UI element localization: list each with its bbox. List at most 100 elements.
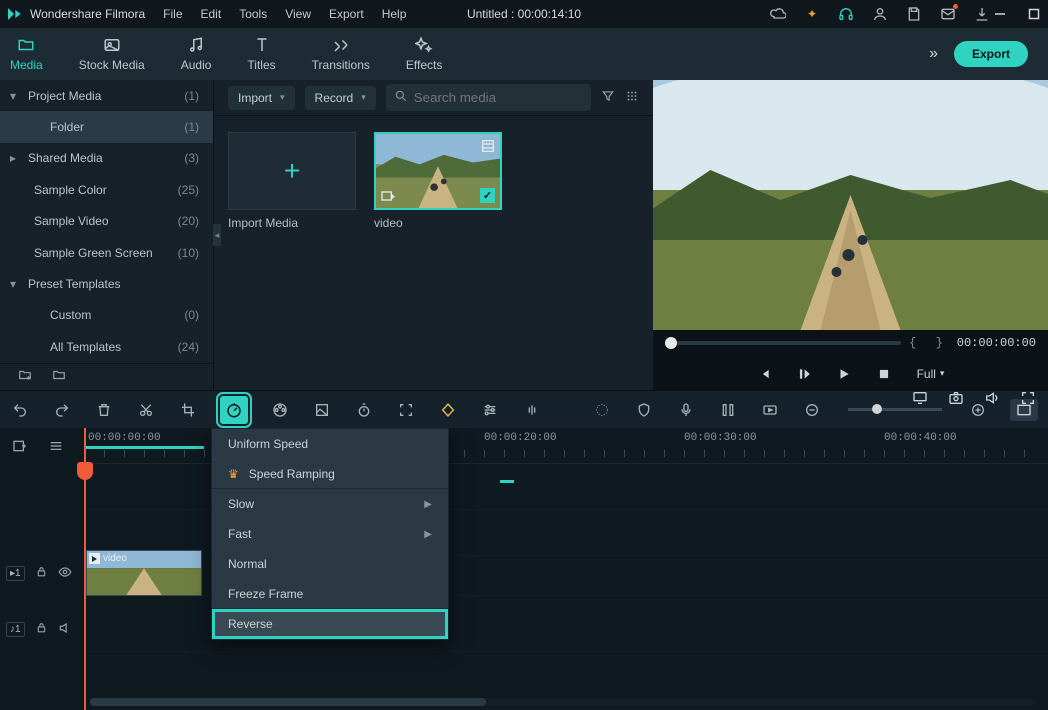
tab-stock-media[interactable]: Stock Media	[79, 36, 145, 72]
mic-icon[interactable]	[676, 400, 696, 420]
menu-edit[interactable]: Edit	[201, 7, 222, 21]
speed-menu-ramping[interactable]: ♛ Speed Ramping	[212, 459, 448, 489]
import-dropdown[interactable]: Import ▾	[228, 86, 295, 110]
menu-tools[interactable]: Tools	[239, 7, 267, 21]
sidebar-item-all-templates[interactable]: All Templates (24)	[0, 331, 213, 362]
search-input-wrap[interactable]	[386, 84, 591, 111]
tab-transitions[interactable]: Transitions	[312, 36, 370, 72]
sidebar-item-custom[interactable]: Custom (0)	[0, 300, 213, 331]
prev-frame-icon[interactable]	[757, 367, 771, 381]
save-icon[interactable]	[906, 6, 922, 22]
grid-view-icon[interactable]	[625, 89, 639, 106]
playhead-handle[interactable]	[77, 462, 93, 480]
sidebar-item-preset-templates[interactable]: ▾ Preset Templates	[0, 268, 213, 299]
sidebar-item-folder[interactable]: Folder (1)	[0, 111, 213, 142]
snapshot-icon[interactable]	[948, 390, 964, 406]
window-minimize[interactable]	[994, 8, 1006, 20]
menu-view[interactable]: View	[285, 7, 311, 21]
marker-target-icon[interactable]	[592, 400, 612, 420]
tab-titles[interactable]: Titles	[247, 36, 275, 72]
tab-media[interactable]: Media	[10, 36, 43, 72]
lock-icon[interactable]	[35, 565, 48, 581]
speaker-icon[interactable]	[58, 621, 72, 638]
window-maximize[interactable]	[1028, 8, 1040, 20]
fullscreen-icon[interactable]	[1020, 390, 1036, 406]
display-icon[interactable]	[912, 390, 928, 406]
media-item-video[interactable]: ✓ video	[374, 132, 502, 230]
marker-shield-icon[interactable]	[634, 400, 654, 420]
speed-menu-fast[interactable]: Fast ▶	[212, 519, 448, 549]
keyframe-icon[interactable]	[438, 400, 458, 420]
timer-icon[interactable]	[354, 400, 374, 420]
speed-icon[interactable]	[220, 396, 248, 424]
delete-icon[interactable]	[94, 400, 114, 420]
preview-seekbar[interactable]: { } 00:00:00:00	[653, 330, 1048, 356]
record-dropdown[interactable]: Record ▾	[305, 86, 376, 110]
collapse-handle[interactable]: ◂	[213, 224, 221, 246]
folder-icon[interactable]	[52, 368, 66, 385]
sidebar-item-shared-media[interactable]: ▸ Shared Media (3)	[0, 143, 213, 174]
user-icon[interactable]	[872, 6, 888, 22]
sparkle-icon[interactable]: ✦	[804, 6, 820, 22]
track-header-video[interactable]: ▸1	[0, 550, 84, 596]
zoom-knob[interactable]	[872, 404, 882, 414]
quality-dropdown[interactable]: Full▾	[917, 367, 945, 381]
preview-viewport[interactable]	[653, 80, 1048, 330]
menu-export[interactable]: Export	[329, 7, 364, 21]
redo-icon[interactable]	[52, 400, 72, 420]
track-options-icon[interactable]	[48, 438, 64, 457]
headphones-icon[interactable]	[838, 6, 854, 22]
message-icon[interactable]	[940, 6, 956, 22]
speed-menu-freeze[interactable]: Freeze Frame	[212, 579, 448, 609]
mark-in-out[interactable]: { }	[909, 336, 949, 350]
autoframe-icon[interactable]	[396, 400, 416, 420]
speed-menu-reverse[interactable]: Reverse	[212, 609, 448, 639]
import-media-tile[interactable]: +	[228, 132, 356, 210]
play-pause-icon[interactable]	[797, 367, 811, 381]
undo-icon[interactable]	[10, 400, 30, 420]
sidebar-item-sample-video[interactable]: Sample Video (20)	[0, 206, 213, 237]
menu-file[interactable]: File	[163, 7, 182, 21]
track-manager-icon[interactable]	[12, 438, 28, 457]
playhead[interactable]	[84, 428, 86, 710]
scrollbar-thumb[interactable]	[90, 698, 486, 706]
menu-help[interactable]: Help	[382, 7, 407, 21]
sidebar-item-project-media[interactable]: ▾ Project Media (1)	[0, 80, 213, 111]
eye-icon[interactable]	[58, 565, 72, 582]
zoom-slider[interactable]	[848, 408, 942, 411]
timeline-clip-video[interactable]: video	[86, 550, 202, 596]
cut-icon[interactable]	[136, 400, 156, 420]
seek-track[interactable]	[665, 341, 901, 345]
zoom-out-icon[interactable]	[802, 400, 822, 420]
add-folder-icon[interactable]	[18, 368, 32, 385]
add-to-timeline-icon[interactable]	[380, 188, 396, 204]
greenscreen-icon[interactable]	[312, 400, 332, 420]
sidebar-item-sample-color[interactable]: Sample Color (25)	[0, 174, 213, 205]
speed-menu-normal[interactable]: Normal	[212, 549, 448, 579]
render-icon[interactable]	[760, 400, 780, 420]
lock-icon[interactable]	[35, 621, 48, 637]
cloud-icon[interactable]	[770, 6, 786, 22]
download-icon[interactable]	[974, 6, 990, 22]
filter-icon[interactable]	[601, 89, 615, 106]
color-icon[interactable]	[270, 400, 290, 420]
speed-menu-uniform[interactable]: Uniform Speed	[212, 429, 448, 459]
adjust-icon[interactable]	[480, 400, 500, 420]
track-header-audio[interactable]: ♪1	[0, 606, 84, 652]
speed-menu-slow[interactable]: Slow ▶	[212, 489, 448, 519]
count: (20)	[178, 214, 199, 228]
export-button[interactable]: Export	[954, 41, 1028, 67]
sidebar-item-sample-green-screen[interactable]: Sample Green Screen (10)	[0, 237, 213, 268]
play-icon[interactable]	[837, 367, 851, 381]
volume-icon[interactable]	[984, 390, 1000, 406]
tab-audio[interactable]: Audio	[181, 36, 212, 72]
seek-knob[interactable]	[665, 337, 677, 349]
audio-wave-icon[interactable]	[522, 400, 542, 420]
search-input[interactable]	[414, 90, 583, 105]
tab-effects[interactable]: Effects	[406, 36, 442, 72]
more-tabs-icon[interactable]: »	[929, 45, 938, 63]
timeline-scrollbar[interactable]	[90, 698, 1034, 706]
crop-icon[interactable]	[178, 400, 198, 420]
mixer-icon[interactable]	[718, 400, 738, 420]
stop-icon[interactable]	[877, 367, 891, 381]
